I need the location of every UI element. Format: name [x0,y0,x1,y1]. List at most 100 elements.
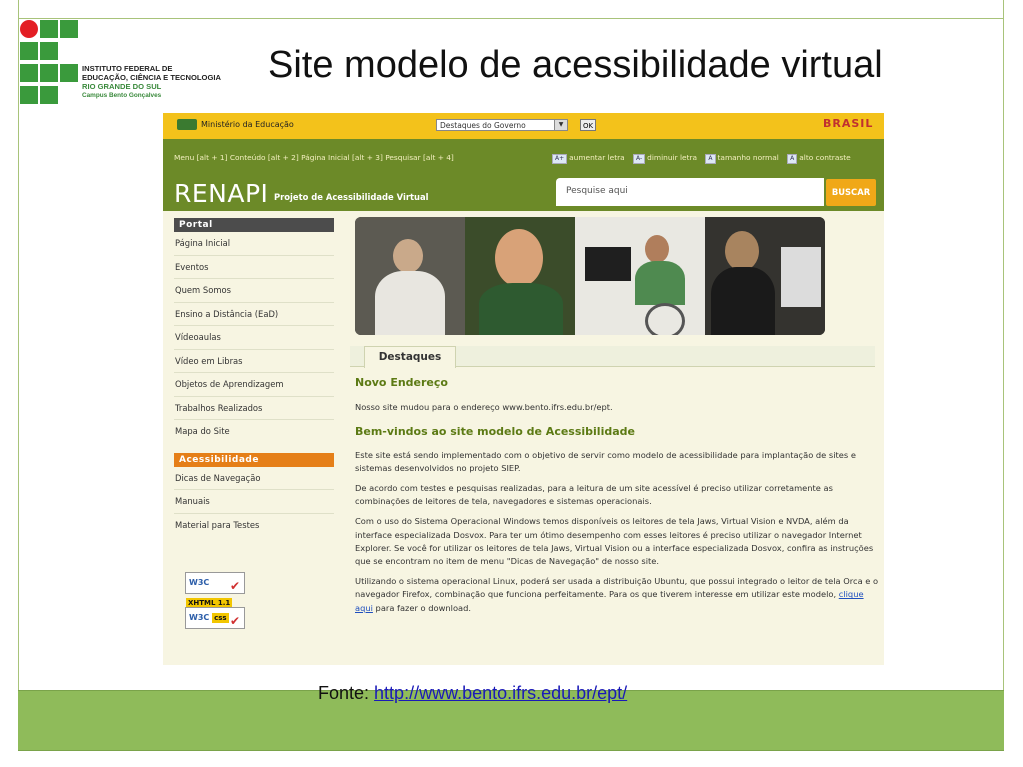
sidebar: Portal Página Inicial Eventos Quem Somos… [174,218,334,536]
logo-square [20,64,38,82]
css-tag: css [212,612,229,623]
banner-photo [355,217,825,335]
logo-line: RIO GRANDE DO SUL [82,82,162,91]
sidebar-item-label: Mapa do Site [175,426,230,436]
sidebar-item-label: Vídeoaulas [175,332,221,342]
logo-square [60,20,78,38]
logo-square [60,64,78,82]
logo-square [40,42,58,60]
sidebar-item-label: Trabalhos Realizados [175,402,263,413]
photo-man-monitor [705,217,825,335]
sidebar-item-label: Manuais [175,496,210,506]
sidebar-item-eventos[interactable]: Eventos [174,256,334,279]
slide-title: Site modelo de acessibilidade virtual [268,44,883,86]
paragraph-text: para fazer o download. [372,602,472,613]
ministry-link[interactable]: Ministério da Educação [177,119,294,130]
logo-red-dot [20,20,38,38]
sidebar-item-quem-somos[interactable]: Quem Somos [174,279,334,303]
logo-square [20,42,38,60]
sidebar-item-label: Dicas de Navegação [175,472,261,483]
brasil-logo: BRASIL [823,117,874,130]
slide-top-rule [18,18,1004,19]
sidebar-item-video-libras[interactable]: Vídeo em Libras [174,350,334,373]
person-body [375,271,445,335]
sidebar-item-label: Quem Somos [175,285,231,295]
search-input[interactable]: Pesquise aqui [556,178,824,206]
w3c-label: W3C [189,578,210,587]
sidebar-item-label: Eventos [175,261,209,272]
sidebar-item-mapa[interactable]: Mapa do Site [174,420,334,443]
news-text: Nosso site mudou para o endereço www.ben… [355,402,613,413]
logo-line: Campus Bento Gonçalves [82,92,162,99]
ifrs-logo: INSTITUTO FEDERAL DE EDUCAÇÃO, CIÊNCIA E… [20,20,240,110]
css-badge[interactable]: W3C css ✔ [185,607,245,629]
sidebar-item-manuais[interactable]: Manuais [174,490,334,514]
main-content: Novo Endereço Nosso site mudou para o en… [355,375,879,615]
tab-destaques[interactable]: Destaques [364,346,456,368]
photo-student-braille [355,217,465,335]
sidebar-item-trabalhos[interactable]: Trabalhos Realizados [174,397,334,420]
screen [781,247,821,307]
portal-heading: Portal [174,218,334,232]
welcome-heading: Bem-vindos ao site modelo de Acessibilid… [355,425,635,439]
logo-line: EDUCAÇÃO, CIÊNCIA E TECNOLOGIA [82,73,221,82]
ok-button[interactable]: OK [580,119,596,131]
logo-text: INSTITUTO FEDERAL DE EDUCAÇÃO, CIÊNCIA E… [82,64,221,100]
sidebar-item-label: Vídeo em Libras [175,355,243,366]
sidebar-item-videoaulas[interactable]: Vídeoaulas [174,326,334,350]
photo-man-headphones [465,217,575,335]
logo-square [40,86,58,104]
monitor [585,247,631,281]
paragraph: Este site está sendo implementado com o … [355,449,856,473]
font-controls: A+ aumentar letra A-diminuir letra Ataman… [546,153,851,164]
person-head [645,235,669,263]
search-button[interactable]: BUSCAR [826,179,876,206]
sidebar-item-ead[interactable]: Ensino a Distância (EaD) [174,303,334,326]
font-decrease-link[interactable]: diminuir letra [647,153,697,162]
checkmark-icon: ✔ [229,614,240,628]
website-screenshot: Ministério da Educação Destaques do Gove… [163,113,884,665]
chevron-down-icon: ▼ [554,120,567,130]
sidebar-item-label: Material para Testes [175,519,260,530]
person-body [635,261,685,305]
person-head [495,229,543,287]
high-contrast-link[interactable]: alto contraste [799,153,850,162]
site-brand-subtitle: Projeto de Acessibilidade Virtual [274,192,429,202]
logo-square [40,20,58,38]
sidebar-item-objetos[interactable]: Objetos de Aprendizagem [174,373,334,397]
contrast-icon: A [787,154,798,164]
xhtml-tag: XHTML 1.1 [186,597,233,608]
paragraph: Com o uso do Sistema Operacional Windows… [355,516,874,567]
person-head [725,231,759,271]
slide-right-rule [1003,0,1004,690]
logo-square [20,86,38,104]
news-heading: Novo Endereço [355,376,448,389]
source-link[interactable]: http://www.bento.ifrs.edu.br/ept/ [374,683,627,703]
source-caption: Fonte: http://www.bento.ifrs.edu.br/ept/ [318,683,627,704]
logo-line: INSTITUTO FEDERAL DE [82,64,173,73]
paragraph: De acordo com testes e pesquisas realiza… [355,483,833,507]
sidebar-item-pagina-inicial[interactable]: Página Inicial [174,232,334,256]
sidebar-item-label: Objetos de Aprendizagem [175,379,284,389]
slide-footer-rule [18,750,1004,751]
accessibility-bar: Menu [alt + 1] Conteúdo [alt + 2] Página… [163,151,884,165]
font-normal-link[interactable]: tamanho normal [718,153,779,162]
font-increase-icon: A+ [552,154,568,164]
keyboard-shortcuts[interactable]: Menu [alt + 1] Conteúdo [alt + 2] Página… [174,153,454,162]
xhtml-badge[interactable]: W3C XHTML 1.1 ✔ [185,572,245,608]
person-body [711,267,775,335]
font-increase-link[interactable]: aumentar letra [569,153,625,162]
accessibility-heading: Acessibilidade [174,452,334,467]
government-bar: Ministério da Educação Destaques do Gove… [163,113,884,139]
slide-left-rule [18,0,19,690]
government-select[interactable]: Destaques do Governo ▼ [436,119,568,131]
logo-square [40,64,58,82]
sidebar-item-material[interactable]: Material para Testes [174,514,334,537]
site-brand[interactable]: RENAPI [174,179,268,208]
government-select-value: Destaques do Governo [440,121,526,130]
w3c-label: W3C [189,613,210,622]
sidebar-item-dicas[interactable]: Dicas de Navegação [174,467,334,490]
sidebar-item-label: Ensino a Distância (EaD) [175,308,279,319]
person-head [393,239,423,273]
